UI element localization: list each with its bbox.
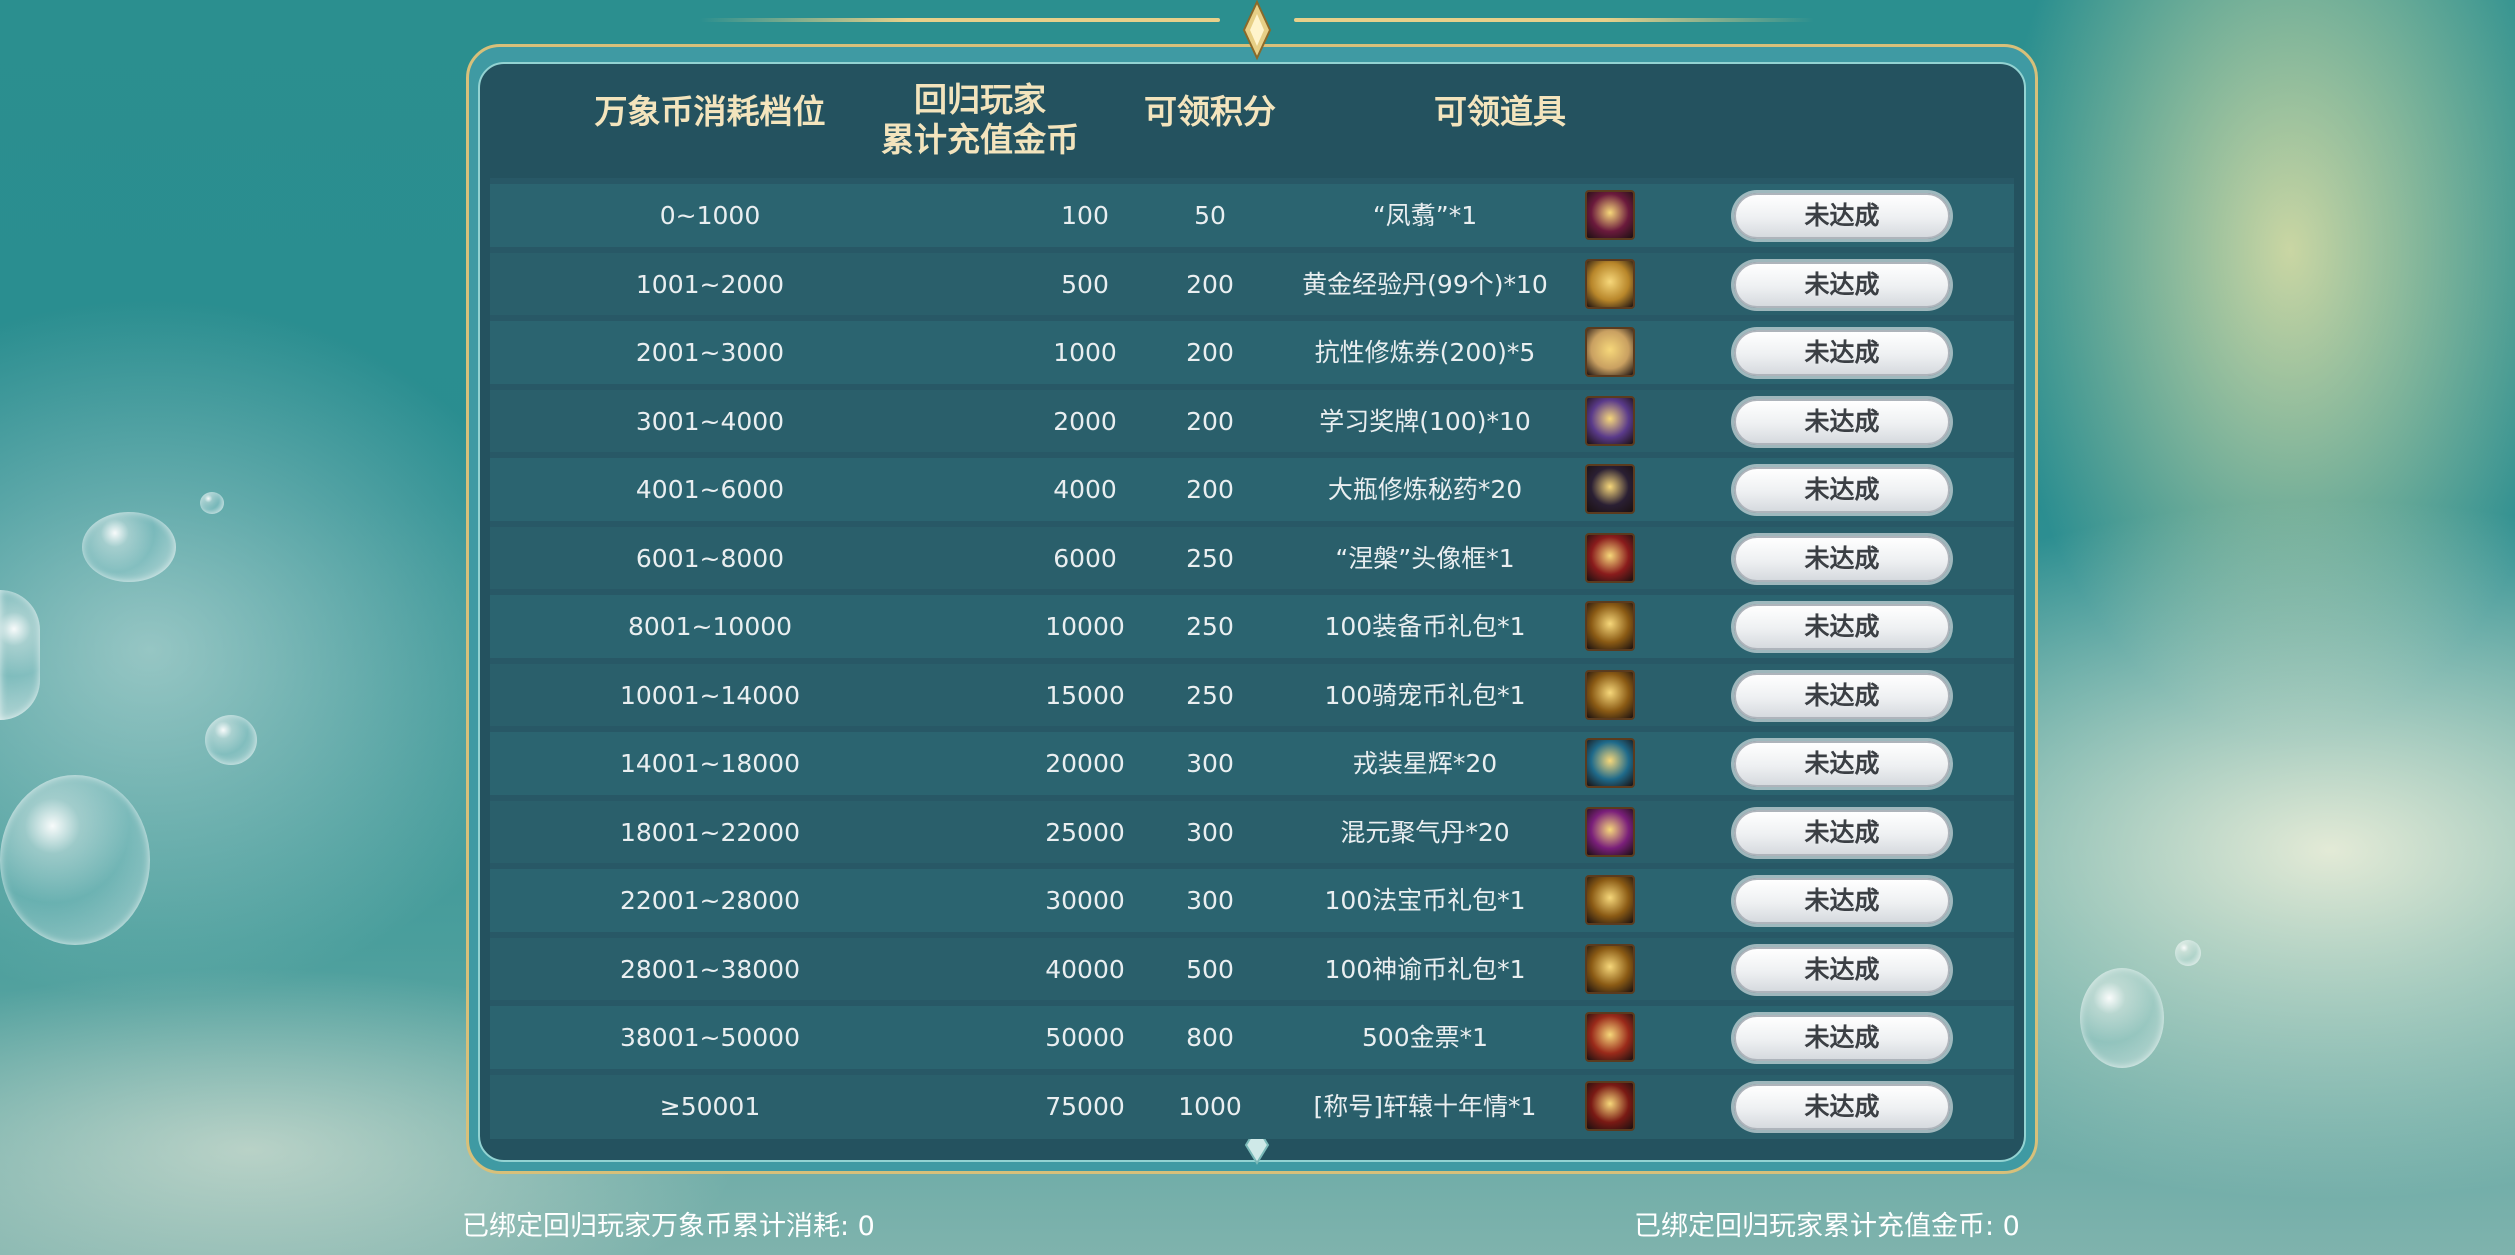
- table-row: 38001~50000 50000 800 500金票*1 未达成: [490, 1006, 2014, 1070]
- table-row: 22001~28000 30000 300 100法宝币礼包*1 未达成: [490, 869, 2014, 933]
- header-recharge-line1: 回归玩家: [914, 80, 1046, 119]
- tier-cell: 2001~3000: [635, 338, 785, 367]
- claim-status-button[interactable]: 未达成: [1734, 330, 1950, 376]
- item-name-cell: 黄金经验丹(99个)*10: [1302, 270, 1548, 299]
- tier-cell: 18001~22000: [619, 818, 800, 847]
- table-row: 6001~8000 6000 250 “涅槃”头像框*1 未达成: [490, 527, 2014, 591]
- claim-status-button[interactable]: 未达成: [1734, 604, 1950, 650]
- tier-cell: 1001~2000: [635, 270, 785, 299]
- item-name-cell: 100装备币礼包*1: [1324, 612, 1526, 641]
- mount-coin-pack-icon[interactable]: [1585, 670, 1635, 720]
- claim-status-button[interactable]: 未达成: [1734, 878, 1950, 924]
- header-recharge-line2: 累计充值金币: [881, 120, 1079, 159]
- header-recharge: 回归玩家 累计充值金币: [860, 80, 1100, 160]
- treasure-coin-pack-icon[interactable]: [1585, 875, 1635, 925]
- claim-status-button[interactable]: 未达成: [1734, 1015, 1950, 1061]
- tier-cell: 10001~14000: [619, 681, 800, 710]
- header-items: 可领道具: [1434, 92, 1566, 131]
- tier-cell: 14001~18000: [619, 749, 800, 778]
- item-name-cell: 大瓶修炼秘药*20: [1327, 475, 1523, 504]
- equip-coin-pack-icon[interactable]: [1585, 601, 1635, 651]
- table-row: 0~1000 100 50 “凤翥”*1 未达成: [490, 184, 2014, 248]
- bubble-decoration: [0, 775, 150, 945]
- claim-status-button[interactable]: 未达成: [1734, 741, 1950, 787]
- claim-status-button[interactable]: 未达成: [1734, 467, 1950, 513]
- claim-status-button[interactable]: 未达成: [1734, 399, 1950, 445]
- fengzhu-token-icon[interactable]: [1585, 190, 1635, 240]
- claim-status-button[interactable]: 未达成: [1734, 193, 1950, 239]
- claim-status-button[interactable]: 未达成: [1734, 536, 1950, 582]
- frame-top-ornament: [1294, 18, 1814, 22]
- claim-status-button[interactable]: 未达成: [1734, 1084, 1950, 1130]
- scroll-icon[interactable]: [1585, 327, 1635, 377]
- tier-cell: 0~1000: [659, 201, 761, 230]
- table-row: 1001~2000 500 200 黄金经验丹(99个)*10 未达成: [490, 253, 2014, 317]
- table-row: 3001~4000 2000 200 学习奖牌(100)*10 未达成: [490, 390, 2014, 454]
- tier-cell: 22001~28000: [619, 886, 800, 915]
- claim-status-button[interactable]: 未达成: [1734, 810, 1950, 856]
- bubble-decoration: [82, 512, 176, 582]
- crystal-icon[interactable]: [1585, 738, 1635, 788]
- item-name-cell: 100神谕币礼包*1: [1324, 955, 1526, 984]
- tier-cell: 6001~8000: [635, 544, 785, 573]
- tier-cell: ≥50001: [659, 1092, 761, 1121]
- potion-bottle-icon[interactable]: [1585, 464, 1635, 514]
- title-badge-icon[interactable]: [1585, 1081, 1635, 1131]
- claim-status-button[interactable]: 未达成: [1734, 947, 1950, 993]
- tier-cell: 28001~38000: [619, 955, 800, 984]
- gold-ticket-icon[interactable]: [1585, 1012, 1635, 1062]
- medal-icon[interactable]: [1585, 396, 1635, 446]
- item-name-cell: [称号]轩辕十年情*1: [1313, 1092, 1537, 1121]
- bubble-decoration: [0, 590, 40, 720]
- tier-cell: 4001~6000: [635, 475, 785, 504]
- table-row: 28001~38000 40000 500 100神谕币礼包*1 未达成: [490, 938, 2014, 1002]
- table-row: 10001~14000 15000 250 100骑宠币礼包*1 未达成: [490, 664, 2014, 728]
- item-name-cell: 戎装星辉*20: [1352, 749, 1498, 778]
- item-name-cell: 100骑宠币礼包*1: [1324, 681, 1526, 710]
- tier-cell: 8001~10000: [627, 612, 793, 641]
- frame-top-ornament: [700, 18, 1220, 22]
- table-row: 18001~22000 25000 300 混元聚气丹*20 未达成: [490, 801, 2014, 865]
- table-row: 14001~18000 20000 300 戎装星辉*20 未达成: [490, 732, 2014, 796]
- item-name-cell: 抗性修炼券(200)*5: [1314, 338, 1536, 367]
- item-name-cell: 混元聚气丹*20: [1340, 818, 1510, 847]
- table-row: 4001~6000 4000 200 大瓶修炼秘药*20 未达成: [490, 458, 2014, 522]
- item-name-cell: “涅槃”头像框*1: [1335, 544, 1515, 573]
- tier-cell: 3001~4000: [635, 407, 785, 436]
- tier-cell: 38001~50000: [619, 1023, 800, 1052]
- header-tier: 万象币消耗档位: [594, 92, 826, 131]
- gold-exp-pill-icon[interactable]: [1585, 259, 1635, 309]
- bubble-decoration: [200, 492, 224, 514]
- footer-consumption: 已绑定回归玩家万象币累计消耗: 0: [462, 1211, 875, 1242]
- table-row: 2001~3000 1000 200 抗性修炼券(200)*5 未达成: [490, 321, 2014, 385]
- item-name-cell: “凤翥”*1: [1372, 201, 1478, 230]
- avatar-frame-icon[interactable]: [1585, 533, 1635, 583]
- item-name-cell: 500金票*1: [1361, 1023, 1489, 1052]
- table-row: ≥50001 75000 1000 [称号]轩辕十年情*1 未达成: [490, 1075, 2014, 1139]
- footer-recharge: 已绑定回归玩家累计充值金币: 0: [1634, 1211, 2020, 1242]
- header-points: 可领积分: [1144, 92, 1276, 131]
- star-ornament-icon: [1242, 0, 1272, 61]
- bubble-decoration: [205, 715, 257, 765]
- claim-status-button[interactable]: 未达成: [1734, 262, 1950, 308]
- oracle-coin-pack-icon[interactable]: [1585, 944, 1635, 994]
- bubble-decoration: [2080, 968, 2164, 1068]
- item-name-cell: 100法宝币礼包*1: [1324, 886, 1526, 915]
- orb-icon[interactable]: [1585, 807, 1635, 857]
- item-name-cell: 学习奖牌(100)*10: [1319, 407, 1531, 436]
- bubble-decoration: [2175, 940, 2201, 966]
- claim-status-button[interactable]: 未达成: [1734, 673, 1950, 719]
- table-row: 8001~10000 10000 250 100装备币礼包*1 未达成: [490, 595, 2014, 659]
